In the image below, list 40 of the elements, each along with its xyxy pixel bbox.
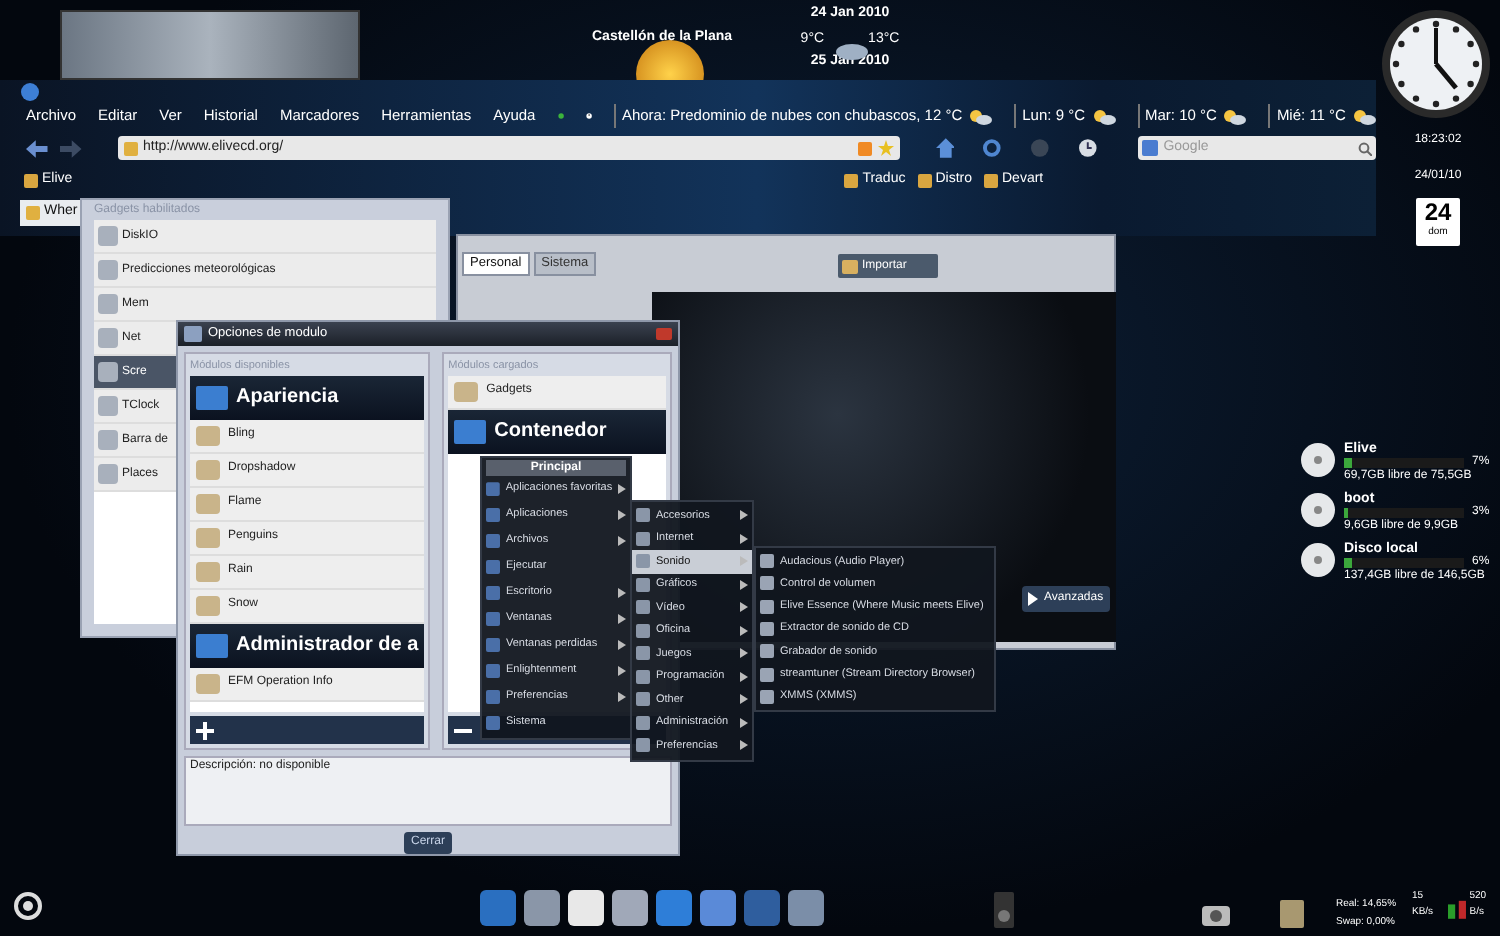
camera-icon[interactable]	[1202, 902, 1230, 926]
launcher-icon[interactable]	[14, 892, 42, 920]
usage-bar	[1344, 508, 1464, 518]
reload-icon[interactable]	[982, 138, 1003, 158]
forward-arrow-icon[interactable]	[59, 139, 81, 157]
clock-icon	[585, 108, 592, 124]
submenu-arrow-icon	[740, 694, 748, 705]
usage-bar	[1344, 458, 1464, 468]
history-clock-icon[interactable]	[1077, 138, 1098, 158]
search-icon	[1358, 141, 1373, 155]
analog-clock-drawing	[1380, 8, 1492, 120]
network-bars-icon	[1447, 896, 1466, 920]
submenu-arrow-icon	[740, 579, 748, 590]
submenu-arrow-icon	[740, 648, 748, 659]
disk-icon	[1300, 542, 1336, 578]
disk-icon	[1300, 442, 1336, 478]
submenu-arrow-icon	[740, 510, 748, 521]
category-header: Contenedor	[448, 409, 666, 454]
usage-bar	[1344, 558, 1464, 568]
disk-icon	[1300, 492, 1336, 528]
submenu-arrow-icon	[740, 533, 748, 544]
submenu-arrow-icon	[740, 717, 748, 728]
submenu-arrow-icon	[740, 625, 748, 636]
weather-icon	[968, 107, 993, 125]
chevron-icon	[1028, 592, 1038, 606]
calendar-day: 24	[1424, 198, 1452, 226]
panel-button[interactable]	[190, 716, 425, 745]
star-icon	[877, 140, 894, 156]
category-header: Apariencia	[190, 375, 425, 420]
plus-icon	[196, 721, 214, 740]
status-dot-icon	[557, 108, 564, 124]
back-arrow-icon[interactable]	[26, 139, 48, 157]
weather-icon	[1351, 107, 1376, 125]
weather-icon	[1091, 107, 1115, 125]
submenu-arrow-icon	[740, 671, 748, 682]
weather-icon	[1222, 107, 1247, 125]
submenu-arrow-icon	[740, 740, 748, 751]
category-header: Administrador de a	[190, 623, 425, 668]
submenu-arrow-icon	[740, 602, 748, 613]
home-icon[interactable]	[935, 138, 955, 158]
